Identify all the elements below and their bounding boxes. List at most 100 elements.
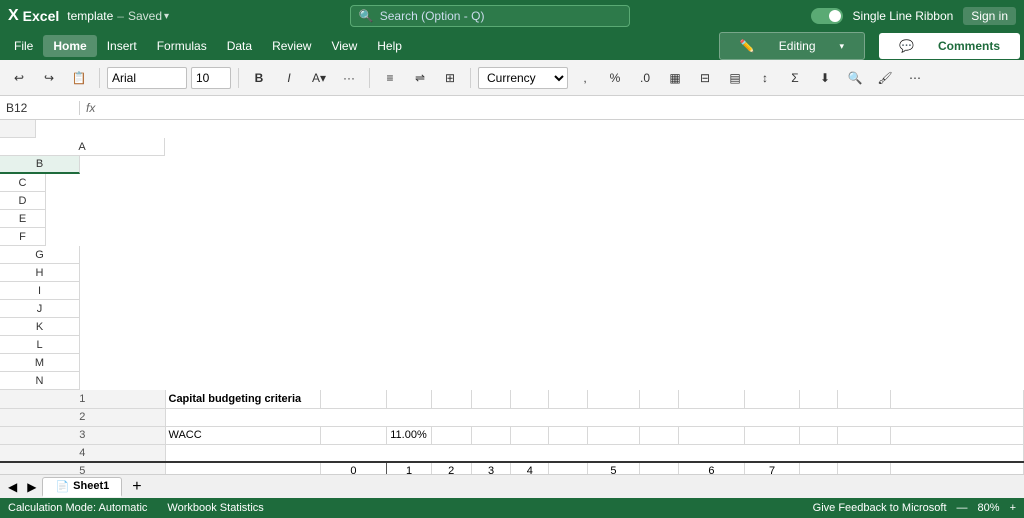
cell-N1[interactable] [890,390,1023,408]
fill-button[interactable]: ⬇ [812,65,838,91]
align-button[interactable]: ≡ [377,65,403,91]
cell-C5[interactable]: 1 [387,462,432,474]
menu-insert[interactable]: Insert [97,35,147,57]
cell-ref-box[interactable]: B12 [0,101,80,115]
cell-J5[interactable]: 6 [678,462,745,474]
zoom-in-button[interactable]: + [1010,502,1016,514]
col-header-L[interactable]: L [0,336,80,354]
col-header-C[interactable]: C [0,174,46,192]
grid-container[interactable]: A B C D E F G H I J K L M N [0,120,1024,474]
menu-data[interactable]: Data [217,35,262,57]
menu-file[interactable]: File [4,35,43,57]
cell-I5[interactable] [640,462,679,474]
col-header-N[interactable]: N [0,372,80,390]
percent-button[interactable]: % [602,65,628,91]
feedback-label[interactable]: Give Feedback to Microsoft [813,502,947,514]
merge-button[interactable]: ⊞ [437,65,463,91]
cell-M1[interactable] [838,390,890,408]
cell-G1[interactable] [549,390,588,408]
cell-L1[interactable] [799,390,838,408]
col-header-J[interactable]: J [0,300,80,318]
editing-button[interactable]: ✏️ Editing ▾ [719,32,865,60]
col-header-M[interactable]: M [0,354,80,372]
cell-A5[interactable] [165,462,320,474]
cell-J3[interactable] [678,426,745,444]
menu-home[interactable]: Home [43,35,96,57]
cell-A2[interactable] [165,408,1024,426]
cell-E1[interactable] [471,390,511,408]
cell-B5[interactable]: 0 [320,462,387,474]
prev-sheet-button[interactable]: ◀ [4,480,21,494]
cell-styles-button[interactable]: ▤ [722,65,748,91]
cell-F3[interactable] [511,426,549,444]
menu-review[interactable]: Review [262,35,321,57]
cell-N3[interactable] [890,426,1023,444]
cell-H3[interactable] [587,426,639,444]
bold-button[interactable]: B [246,65,272,91]
comma-button[interactable]: , [572,65,598,91]
cell-B1[interactable] [320,390,387,408]
cell-C3[interactable]: 11.00% [387,426,432,444]
col-header-I[interactable]: I [0,282,80,300]
col-header-G[interactable]: G [0,246,80,264]
menu-view[interactable]: View [321,35,367,57]
decimal-inc[interactable]: .0 [632,65,658,91]
comments-button[interactable]: 💬 Comments [879,33,1020,59]
cell-M5[interactable] [838,462,890,474]
col-header-D[interactable]: D [0,192,46,210]
cell-K5[interactable]: 7 [745,462,800,474]
cell-E3[interactable] [471,426,511,444]
col-header-K[interactable]: K [0,318,80,336]
cell-I3[interactable] [640,426,679,444]
table-format-button[interactable]: ⊟ [692,65,718,91]
sort-button[interactable]: ↕ [752,65,778,91]
cell-H1[interactable] [587,390,639,408]
redo-button[interactable]: ↪ [36,65,62,91]
toggle-switch[interactable] [811,8,843,24]
undo-button[interactable]: ↩ [6,65,32,91]
cell-A4[interactable] [165,444,1024,462]
format-painter[interactable]: 🖌 [872,65,898,91]
cell-F5[interactable]: 4 [511,462,549,474]
cell-F1[interactable] [511,390,549,408]
menu-help[interactable]: Help [367,35,412,57]
dropdown-icon[interactable]: ▾ [164,11,169,22]
cell-D1[interactable] [431,390,471,408]
col-header-H[interactable]: H [0,264,80,282]
font-name-input[interactable] [107,67,187,89]
col-header-E[interactable]: E [0,210,46,228]
number-format-select[interactable]: Currency General Number Percentage [478,67,568,89]
wrap-button[interactable]: ⇌ [407,65,433,91]
sign-in-button[interactable]: Sign in [963,7,1016,25]
add-sheet-button[interactable]: + [124,478,149,496]
cell-L3[interactable] [799,426,838,444]
cell-B3[interactable] [320,426,387,444]
col-header-F[interactable]: F [0,228,46,246]
cell-D3[interactable] [431,426,471,444]
find-button[interactable]: 🔍 [842,65,868,91]
cell-C1[interactable] [387,390,432,408]
italic-button[interactable]: I [276,65,302,91]
conditional-format-button[interactable]: ▦ [662,65,688,91]
col-header-B[interactable]: B [0,156,80,174]
workbook-stats-button[interactable]: Workbook Statistics [167,502,263,514]
cell-N5[interactable] [890,462,1023,474]
tab-sheet1[interactable]: 📄 Sheet1 [42,477,122,497]
cell-L5[interactable] [799,462,838,474]
cell-H5[interactable]: 5 [587,462,639,474]
autosum-button[interactable]: Σ [782,65,808,91]
cell-E5[interactable]: 3 [471,462,511,474]
cell-M3[interactable] [838,426,890,444]
menu-formulas[interactable]: Formulas [147,35,217,57]
font-size-input[interactable] [191,67,231,89]
clipboard-button[interactable]: 📋 [66,65,92,91]
cell-D5[interactable]: 2 [431,462,471,474]
cell-G3[interactable] [549,426,588,444]
color-button[interactable]: A▾ [306,65,332,91]
cell-K3[interactable] [745,426,800,444]
cell-K1[interactable] [745,390,800,408]
col-header-A[interactable]: A [0,138,165,156]
cell-J1[interactable] [678,390,745,408]
cell-A1[interactable]: Capital budgeting criteria [165,390,320,408]
cell-G5[interactable] [549,462,588,474]
